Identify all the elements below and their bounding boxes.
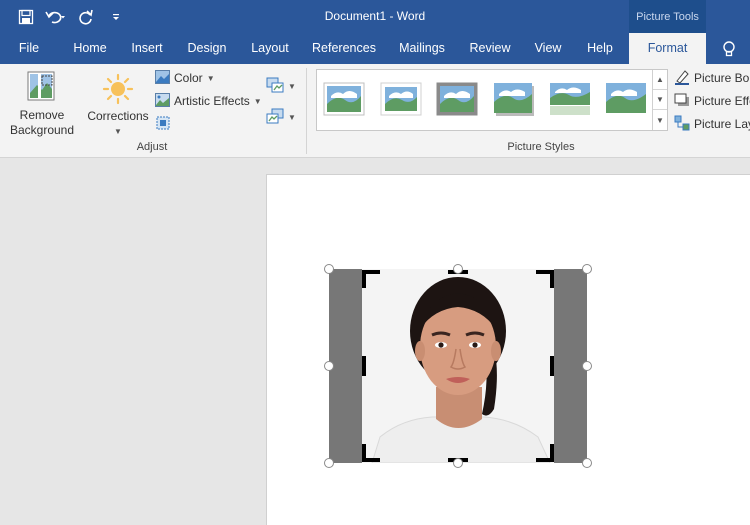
transparency-button[interactable] bbox=[155, 114, 171, 134]
picture-style-beveled-matte[interactable] bbox=[380, 82, 422, 116]
document-title: Document1 - Word bbox=[324, 9, 426, 23]
chevron-down-icon: ▼ bbox=[114, 127, 122, 136]
picture-effects-icon bbox=[674, 92, 690, 111]
gallery-scroll-up[interactable]: ▲ bbox=[653, 70, 667, 90]
picture-layout-label: Picture Lay bbox=[694, 117, 750, 131]
gallery-scroll-down[interactable]: ▼ bbox=[653, 90, 667, 110]
color-label: Color bbox=[174, 71, 203, 85]
artistic-effects-icon bbox=[155, 92, 170, 110]
gallery-scroll: ▲ ▼ ▼ bbox=[652, 70, 667, 130]
tab-file[interactable]: File bbox=[8, 33, 50, 64]
color-picture-icon bbox=[155, 69, 170, 87]
picture-style-drop-shadow[interactable] bbox=[493, 82, 535, 116]
tab-help[interactable]: Help bbox=[580, 33, 620, 64]
title-bar: Document1 - Word Picture Tools bbox=[0, 0, 750, 33]
chevron-down-icon: ▼ bbox=[288, 81, 296, 91]
tab-format[interactable]: Format bbox=[629, 33, 706, 64]
compress-pictures-button[interactable]: ▼ bbox=[266, 76, 296, 96]
chevron-down-icon: ▼ bbox=[253, 96, 262, 106]
resize-handle-top[interactable] bbox=[453, 264, 463, 274]
remove-background-label-line1: Remove bbox=[19, 108, 65, 122]
picture-effects-button[interactable]: Picture Effe bbox=[674, 91, 750, 111]
picture-styles-gallery: ▲ ▼ ▼ bbox=[316, 69, 668, 131]
resize-handle-top-right[interactable] bbox=[582, 264, 592, 274]
adjust-group-label: Adjust bbox=[136, 141, 168, 153]
picture-border-button[interactable]: Picture Bor bbox=[674, 68, 750, 88]
undo-icon[interactable] bbox=[44, 6, 68, 28]
corrections-label: Corrections bbox=[87, 109, 149, 123]
tab-layout[interactable]: Layout bbox=[246, 33, 294, 64]
tab-home[interactable]: Home bbox=[68, 33, 112, 64]
crop-handles[interactable] bbox=[329, 269, 587, 463]
quick-access-toolbar bbox=[14, 6, 128, 28]
customize-qat-icon[interactable] bbox=[104, 6, 128, 28]
remove-background-label-line2: Background bbox=[9, 123, 75, 137]
ribbon: Remove Background Corrections ▼ Color ▼ bbox=[0, 64, 750, 158]
resize-handle-bottom-right[interactable] bbox=[582, 458, 592, 468]
pen-icon bbox=[674, 69, 690, 88]
tab-view[interactable]: View bbox=[528, 33, 568, 64]
change-picture-icon bbox=[266, 108, 284, 127]
chevron-down-icon: ▼ bbox=[288, 112, 296, 122]
group-divider bbox=[306, 68, 307, 154]
compress-pictures-icon bbox=[266, 77, 284, 96]
transparency-icon bbox=[155, 115, 171, 134]
gallery-more-button[interactable]: ▼ bbox=[653, 110, 667, 130]
picture-style-reflected[interactable] bbox=[549, 82, 591, 116]
change-picture-button[interactable]: ▼ bbox=[266, 107, 296, 127]
resize-handle-bottom-left[interactable] bbox=[324, 458, 334, 468]
ribbon-tab-bar: File Home Insert Design Layout Reference… bbox=[0, 33, 750, 64]
tab-insert[interactable]: Insert bbox=[125, 33, 169, 64]
chevron-down-icon: ▼ bbox=[206, 73, 215, 83]
resize-handle-left[interactable] bbox=[324, 361, 334, 371]
picture-layout-button[interactable]: Picture Lay bbox=[674, 114, 750, 134]
resize-handle-bottom[interactable] bbox=[453, 458, 463, 468]
picture-effects-label: Picture Effe bbox=[694, 94, 750, 108]
tab-review[interactable]: Review bbox=[464, 33, 516, 64]
color-button[interactable]: Color ▼ bbox=[155, 68, 215, 88]
lightbulb-icon[interactable] bbox=[720, 40, 738, 58]
picture-style-metal-frame[interactable] bbox=[436, 82, 478, 116]
picture-style-soft-edge[interactable] bbox=[605, 82, 647, 116]
picture-style-simple-frame[interactable] bbox=[323, 82, 365, 116]
resize-handle-top-left[interactable] bbox=[324, 264, 334, 274]
picture-border-label: Picture Bor bbox=[694, 71, 750, 85]
tab-references[interactable]: References bbox=[308, 33, 380, 64]
remove-background-icon bbox=[27, 71, 57, 103]
resize-handle-right[interactable] bbox=[582, 361, 592, 371]
remove-background-button[interactable]: Remove Background bbox=[6, 68, 78, 138]
picture-layout-icon bbox=[674, 115, 690, 134]
tab-mailings[interactable]: Mailings bbox=[392, 33, 452, 64]
artistic-effects-button[interactable]: Artistic Effects ▼ bbox=[155, 91, 262, 111]
selected-picture[interactable] bbox=[324, 264, 592, 468]
sun-icon bbox=[102, 73, 134, 105]
save-icon[interactable] bbox=[14, 6, 38, 28]
tab-design[interactable]: Design bbox=[184, 33, 230, 64]
picture-styles-group-label: Picture Styles bbox=[507, 141, 575, 153]
corrections-button[interactable]: Corrections ▼ bbox=[84, 68, 152, 139]
picture-tools-context-label: Picture Tools bbox=[629, 0, 706, 33]
redo-icon[interactable] bbox=[74, 6, 98, 28]
artistic-effects-label: Artistic Effects bbox=[174, 94, 250, 108]
